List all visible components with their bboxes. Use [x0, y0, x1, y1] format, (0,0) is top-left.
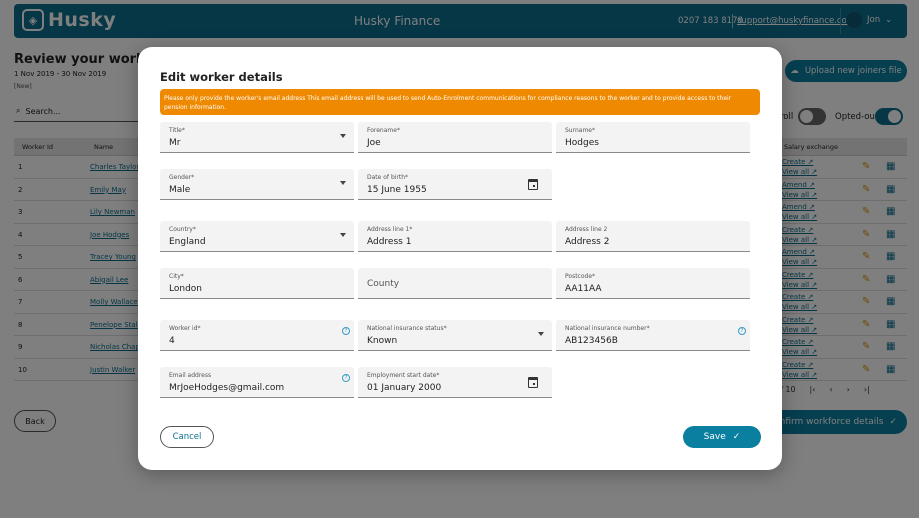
help-icon[interactable]: ? — [342, 327, 350, 335]
field-value: London — [169, 284, 202, 294]
field-value: England — [169, 237, 206, 247]
save-button[interactable]: Save ✓ — [683, 426, 761, 448]
city-field[interactable]: City* London — [160, 268, 354, 299]
dropdown-arrow-icon — [538, 332, 544, 336]
date-of-birth-field[interactable]: Date of birth* 15 June 1955 — [358, 169, 552, 200]
check-icon: ✓ — [732, 432, 741, 442]
field-value: AA11AA — [565, 284, 602, 294]
forename-field[interactable]: Forename* Joe — [358, 122, 552, 153]
field-label: Employment start date* — [367, 372, 440, 379]
save-label: Save — [703, 432, 726, 442]
field-value: Address 1 — [367, 237, 412, 247]
worker-id-field[interactable]: Worker id* 4 ? — [160, 320, 354, 351]
calendar-icon[interactable] — [528, 377, 538, 388]
field-placeholder: County — [367, 279, 400, 289]
dropdown-arrow-icon — [340, 181, 346, 185]
field-label: City* — [169, 273, 184, 280]
field-label: Forename* — [367, 127, 400, 134]
cancel-button[interactable]: Cancel — [160, 426, 214, 448]
ni-number-field[interactable]: National insurance number* AB123456B ? — [556, 320, 750, 351]
employment-start-date-field[interactable]: Employment start date* 01 January 2000 — [358, 367, 552, 398]
field-value: Joe — [367, 138, 381, 148]
county-field[interactable]: County — [358, 268, 552, 299]
field-label: Address line 1* — [367, 226, 413, 233]
ni-status-select[interactable]: National insurance status* Known — [358, 320, 552, 351]
field-label: Worker id* — [169, 325, 201, 332]
calendar-icon[interactable] — [528, 179, 538, 190]
field-label: Address line 2 — [565, 226, 608, 233]
field-value: Address 2 — [565, 237, 610, 247]
field-value: AB123456B — [565, 336, 618, 346]
field-value: 15 June 1955 — [367, 185, 427, 195]
field-value: MrJoeHodges@gmail.com — [169, 383, 285, 393]
address-line-2-field[interactable]: Address line 2 Address 2 — [556, 221, 750, 252]
field-label: Gender* — [169, 174, 195, 181]
address-line-1-field[interactable]: Address line 1* Address 1 — [358, 221, 552, 252]
field-label: Title* — [169, 127, 185, 134]
field-value: Mr — [169, 138, 181, 148]
help-icon[interactable]: ? — [342, 374, 350, 382]
field-label: Postcode* — [565, 273, 596, 280]
field-label: Email address — [169, 372, 212, 379]
field-label: National insurance status* — [367, 325, 447, 332]
field-value: 01 January 2000 — [367, 383, 442, 393]
dropdown-arrow-icon — [340, 134, 346, 138]
help-icon[interactable]: ? — [738, 327, 746, 335]
field-value: Male — [169, 185, 191, 195]
field-value: 4 — [169, 336, 175, 346]
gender-select[interactable]: Gender* Male — [160, 169, 354, 200]
field-label: National insurance number* — [565, 325, 650, 332]
field-label: Date of birth* — [367, 174, 409, 181]
surname-field[interactable]: Surname* Hodges — [556, 122, 750, 153]
postcode-field[interactable]: Postcode* AA11AA — [556, 268, 750, 299]
title-select[interactable]: Title* Mr — [160, 122, 354, 153]
field-value: Hodges — [565, 138, 599, 148]
edit-worker-dialog: Edit worker details Please only provide … — [138, 47, 782, 470]
field-label: Surname* — [565, 127, 595, 134]
field-label: Country* — [169, 226, 196, 233]
info-banner: Please only provide the worker's email a… — [160, 89, 760, 115]
dialog-title: Edit worker details — [160, 70, 283, 84]
email-field[interactable]: Email address MrJoeHodges@gmail.com ? — [160, 367, 354, 398]
country-select[interactable]: Country* England — [160, 221, 354, 252]
dropdown-arrow-icon — [340, 233, 346, 237]
field-value: Known — [367, 336, 398, 346]
